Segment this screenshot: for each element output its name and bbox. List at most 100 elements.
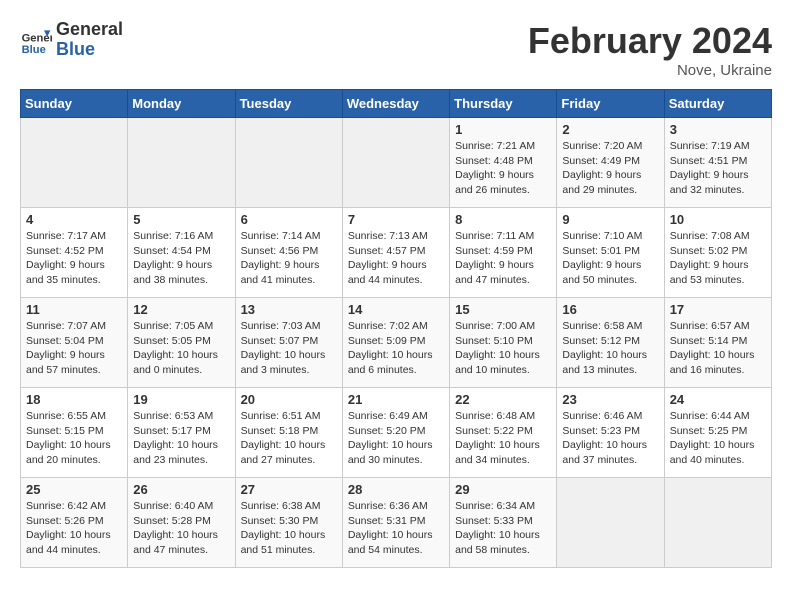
logo-icon: General Blue [20,24,52,56]
day-info: Sunrise: 6:58 AM Sunset: 5:12 PM Dayligh… [562,319,658,378]
calendar-cell: 6Sunrise: 7:14 AM Sunset: 4:56 PM Daylig… [235,208,342,298]
calendar-cell: 16Sunrise: 6:58 AM Sunset: 5:12 PM Dayli… [557,298,664,388]
calendar-cell: 8 Sunrise: 7:11 AM Sunset: 4:59 PM Daylig… [450,208,557,298]
day-info: Sunrise: 6:42 AM Sunset: 5:26 PM Dayligh… [26,499,122,558]
calendar-cell [21,118,128,208]
calendar-cell: 12 Sunrise: 7:05 AM Sunset: 5:05 PM Dayli… [128,298,235,388]
day-info: Sunrise: 7:10 AM Sunset: 5:01 PM Dayligh… [562,229,658,288]
calendar-cell: 9 Sunrise: 7:10 AM Sunset: 5:01 PM Daylig… [557,208,664,298]
logo-line2: Blue [56,40,123,60]
weekday-header-thursday: Thursday [450,90,557,118]
calendar-cell: 7 Sunrise: 7:13 AM Sunset: 4:57 PM Daylig… [342,208,449,298]
day-info: Sunrise: 6:34 AM Sunset: 5:33 PM Dayligh… [455,499,551,558]
calendar-cell: 20 Sunrise: 6:51 AM Sunset: 5:18 PM Dayli… [235,388,342,478]
day-info: Sunrise: 7:03 AM Sunset: 5:07 PM Dayligh… [241,319,337,378]
calendar-cell: 2Sunrise: 7:20 AM Sunset: 4:49 PM Daylig… [557,118,664,208]
calendar-cell: 28Sunrise: 6:36 AM Sunset: 5:31 PM Dayli… [342,478,449,568]
calendar-week-4: 25 Sunrise: 6:42 AM Sunset: 5:26 PM Dayli… [21,478,772,568]
calendar-cell: 15 Sunrise: 7:00 AM Sunset: 5:10 PM Dayli… [450,298,557,388]
weekday-header-tuesday: Tuesday [235,90,342,118]
day-number: 7 [348,212,444,227]
calendar-cell: 26 Sunrise: 6:40 AM Sunset: 5:28 PM Dayli… [128,478,235,568]
calendar-cell: 29 Sunrise: 6:34 AM Sunset: 5:33 PM Dayli… [450,478,557,568]
calendar-cell [128,118,235,208]
day-number: 11 [26,302,122,317]
day-number: 12 [133,302,229,317]
day-info: Sunrise: 7:13 AM Sunset: 4:57 PM Dayligh… [348,229,444,288]
logo-text: General Blue [56,20,123,60]
day-number: 21 [348,392,444,407]
day-number: 27 [241,482,337,497]
location: Nove, Ukraine [528,62,772,79]
weekday-header-sunday: Sunday [21,90,128,118]
day-number: 23 [562,392,658,407]
calendar-cell [235,118,342,208]
day-number: 28 [348,482,444,497]
month-year: February 2024 [528,20,772,62]
day-info: Sunrise: 7:05 AM Sunset: 5:05 PM Dayligh… [133,319,229,378]
day-info: Sunrise: 6:51 AM Sunset: 5:18 PM Dayligh… [241,409,337,468]
day-info: Sunrise: 7:16 AM Sunset: 4:54 PM Dayligh… [133,229,229,288]
day-number: 26 [133,482,229,497]
day-number: 4 [26,212,122,227]
weekday-header-saturday: Saturday [664,90,771,118]
calendar-cell [342,118,449,208]
calendar-table: SundayMondayTuesdayWednesdayThursdayFrid… [20,89,772,568]
calendar-cell: 14 Sunrise: 7:02 AM Sunset: 5:09 PM Dayli… [342,298,449,388]
calendar-week-3: 18 Sunrise: 6:55 AM Sunset: 5:15 PM Dayli… [21,388,772,478]
day-number: 15 [455,302,551,317]
day-number: 14 [348,302,444,317]
day-number: 18 [26,392,122,407]
day-number: 19 [133,392,229,407]
day-number: 3 [670,122,766,137]
calendar-cell: 21Sunrise: 6:49 AM Sunset: 5:20 PM Dayli… [342,388,449,478]
day-number: 17 [670,302,766,317]
calendar-week-2: 11 Sunrise: 7:07 AM Sunset: 5:04 PM Dayli… [21,298,772,388]
calendar-cell: 4 Sunrise: 7:17 AM Sunset: 4:52 PM Daylig… [21,208,128,298]
day-info: Sunrise: 6:46 AM Sunset: 5:23 PM Dayligh… [562,409,658,468]
weekday-header-row: SundayMondayTuesdayWednesdayThursdayFrid… [21,90,772,118]
day-number: 24 [670,392,766,407]
title-block: February 2024 Nove, Ukraine [528,20,772,79]
day-info: Sunrise: 6:57 AM Sunset: 5:14 PM Dayligh… [670,319,766,378]
day-info: Sunrise: 7:11 AM Sunset: 4:59 PM Dayligh… [455,229,551,288]
day-info: Sunrise: 6:55 AM Sunset: 5:15 PM Dayligh… [26,409,122,468]
day-info: Sunrise: 6:40 AM Sunset: 5:28 PM Dayligh… [133,499,229,558]
day-number: 20 [241,392,337,407]
calendar-cell: 22Sunrise: 6:48 AM Sunset: 5:22 PM Dayli… [450,388,557,478]
calendar-cell: 25 Sunrise: 6:42 AM Sunset: 5:26 PM Dayli… [21,478,128,568]
calendar-cell [557,478,664,568]
day-info: Sunrise: 7:02 AM Sunset: 5:09 PM Dayligh… [348,319,444,378]
day-number: 10 [670,212,766,227]
calendar-cell: 18 Sunrise: 6:55 AM Sunset: 5:15 PM Dayli… [21,388,128,478]
calendar-week-0: 1Sunrise: 7:21 AM Sunset: 4:48 PM Daylig… [21,118,772,208]
day-info: Sunrise: 7:00 AM Sunset: 5:10 PM Dayligh… [455,319,551,378]
calendar-cell [664,478,771,568]
calendar-week-1: 4 Sunrise: 7:17 AM Sunset: 4:52 PM Daylig… [21,208,772,298]
calendar-cell: 17 Sunrise: 6:57 AM Sunset: 5:14 PM Dayli… [664,298,771,388]
day-number: 29 [455,482,551,497]
calendar-cell: 5 Sunrise: 7:16 AM Sunset: 4:54 PM Daylig… [128,208,235,298]
day-number: 9 [562,212,658,227]
weekday-header-friday: Friday [557,90,664,118]
day-number: 8 [455,212,551,227]
calendar-cell: 3Sunrise: 7:19 AM Sunset: 4:51 PM Daylig… [664,118,771,208]
day-number: 2 [562,122,658,137]
day-info: Sunrise: 7:07 AM Sunset: 5:04 PM Dayligh… [26,319,122,378]
calendar-cell: 24Sunrise: 6:44 AM Sunset: 5:25 PM Dayli… [664,388,771,478]
weekday-header-wednesday: Wednesday [342,90,449,118]
calendar-cell: 27 Sunrise: 6:38 AM Sunset: 5:30 PM Dayli… [235,478,342,568]
day-info: Sunrise: 7:17 AM Sunset: 4:52 PM Dayligh… [26,229,122,288]
day-info: Sunrise: 6:38 AM Sunset: 5:30 PM Dayligh… [241,499,337,558]
calendar-cell: 23 Sunrise: 6:46 AM Sunset: 5:23 PM Dayli… [557,388,664,478]
logo: General Blue General Blue [20,20,123,60]
day-info: Sunrise: 6:53 AM Sunset: 5:17 PM Dayligh… [133,409,229,468]
day-info: Sunrise: 7:08 AM Sunset: 5:02 PM Dayligh… [670,229,766,288]
day-number: 5 [133,212,229,227]
day-number: 25 [26,482,122,497]
weekday-header-monday: Monday [128,90,235,118]
svg-text:Blue: Blue [22,44,46,56]
calendar-cell: 19 Sunrise: 6:53 AM Sunset: 5:17 PM Dayli… [128,388,235,478]
day-info: Sunrise: 6:48 AM Sunset: 5:22 PM Dayligh… [455,409,551,468]
day-info: Sunrise: 7:14 AM Sunset: 4:56 PM Dayligh… [241,229,337,288]
